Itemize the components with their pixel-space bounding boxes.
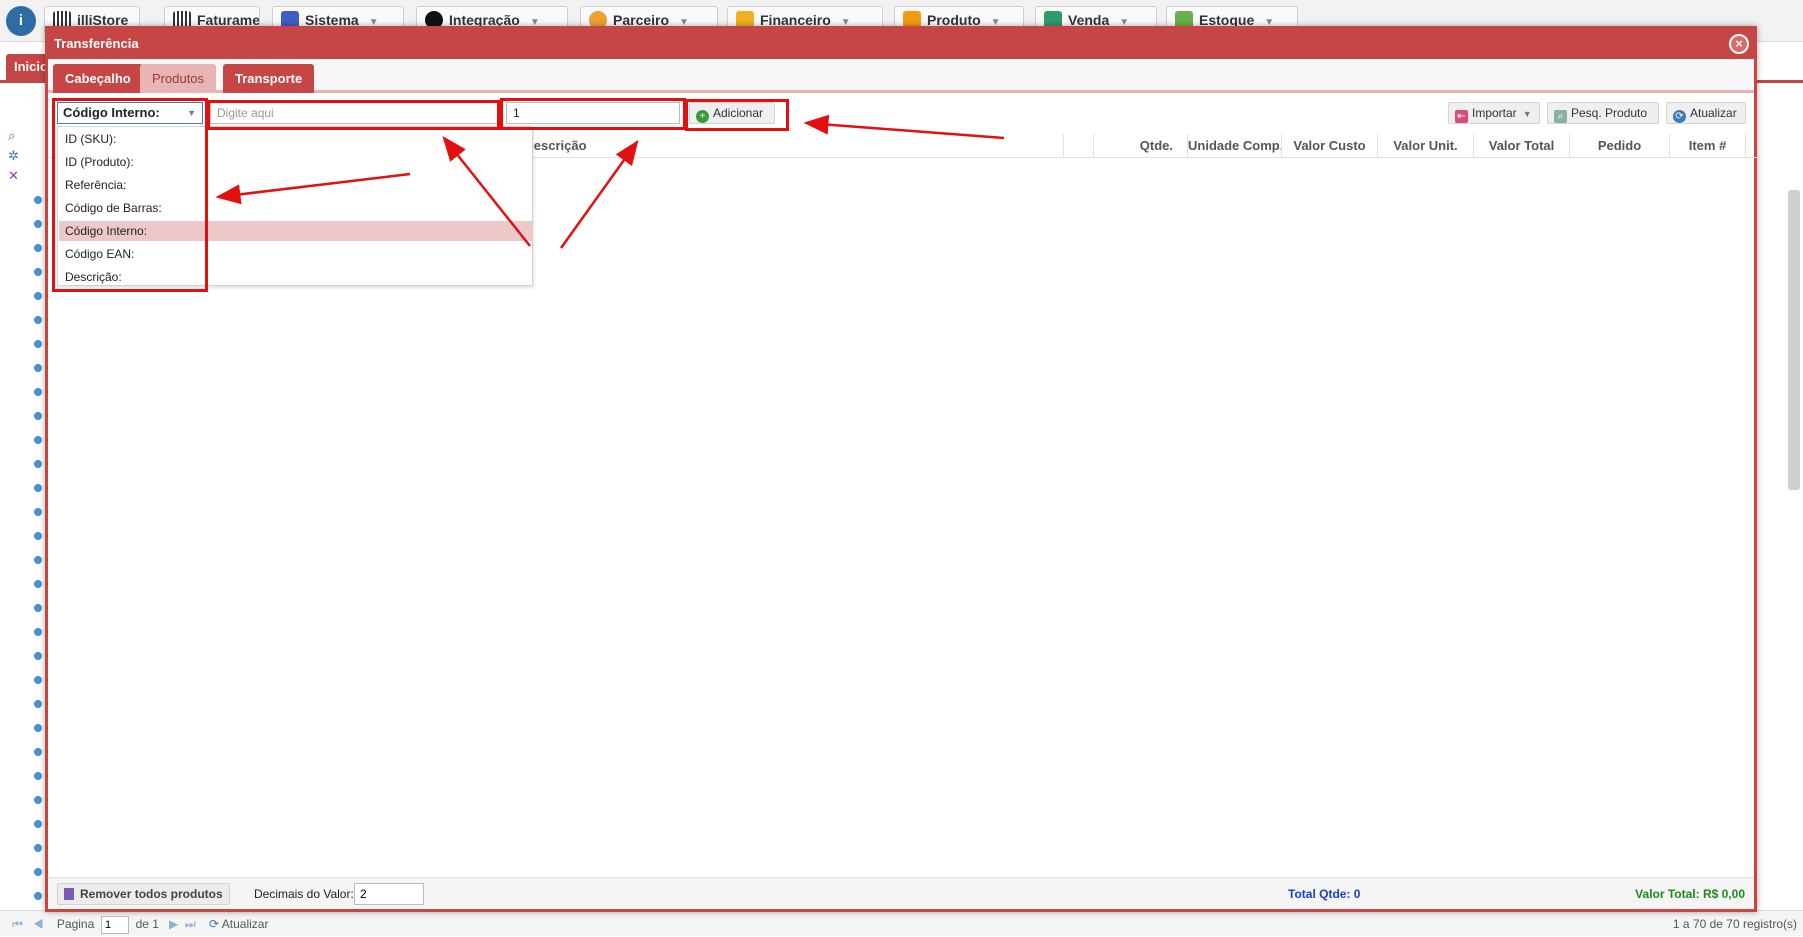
row-marker xyxy=(34,796,42,804)
column-valor-unit[interactable]: Valor Unit. xyxy=(1378,134,1474,158)
option-descricao[interactable]: Descrição: xyxy=(59,267,533,287)
close-icon[interactable]: × xyxy=(1729,34,1749,54)
modal-header: Transferência × xyxy=(48,29,1754,59)
decimals-input[interactable] xyxy=(354,883,424,905)
row-marker xyxy=(34,868,42,876)
column-pedido[interactable]: Pedido xyxy=(1570,134,1670,158)
column-spacer xyxy=(1064,134,1094,158)
option-codigo-ean[interactable]: Código EAN: xyxy=(59,244,533,264)
row-marker xyxy=(34,412,42,420)
row-marker xyxy=(34,772,42,780)
row-marker xyxy=(34,556,42,564)
records-count: 1 a 70 de 70 registro(s) xyxy=(1672,917,1797,931)
option-referencia[interactable]: Referência: xyxy=(59,175,533,195)
column-item[interactable]: Item # xyxy=(1670,134,1746,158)
search-icon[interactable]: ⌕ xyxy=(8,128,24,148)
row-marker xyxy=(34,460,42,468)
row-marker xyxy=(34,580,42,588)
refresh-icon: ⟳ xyxy=(1673,110,1686,123)
tab-cabecalho[interactable]: Cabeçalho xyxy=(53,64,143,93)
search-type-select[interactable]: Código Interno: ▼ xyxy=(57,102,203,124)
tab-transporte[interactable]: Transporte xyxy=(223,64,315,93)
last-page-icon[interactable]: ⏭ xyxy=(185,917,196,931)
option-codigo-barras[interactable]: Código de Barras: xyxy=(59,198,533,218)
row-marker xyxy=(34,268,42,276)
trash-icon xyxy=(64,888,74,900)
tab-produtos[interactable]: Produtos xyxy=(140,64,217,93)
product-search-input[interactable] xyxy=(210,102,500,124)
row-marker xyxy=(34,820,42,828)
row-marker xyxy=(34,628,42,636)
app-logo: i xyxy=(6,6,36,36)
search-type-value: Código Interno: xyxy=(63,105,160,120)
row-marker xyxy=(34,700,42,708)
quantity-input[interactable] xyxy=(506,102,680,124)
add-button[interactable]: + Adicionar xyxy=(689,102,775,124)
page-count: de 1 xyxy=(135,917,159,931)
refresh-icon[interactable]: ⟳ xyxy=(209,917,219,931)
row-marker xyxy=(34,652,42,660)
background-pager: ⏮ ◀ Pagina de 1 ▶ ⏭ ⟳ Atualizar 1 a 70 d… xyxy=(0,910,1803,936)
chevron-down-icon: ▼ xyxy=(1522,109,1532,119)
side-tool-icons: ⌕ ✲ ✕ xyxy=(8,128,24,188)
row-marker xyxy=(34,292,42,300)
transfer-modal: Transferência × Cabeçalho Produtos Trans… xyxy=(45,26,1760,912)
column-qtde[interactable]: Qtde. xyxy=(1094,134,1188,158)
column-valor-total[interactable]: Valor Total xyxy=(1474,134,1570,158)
plus-circle-icon: + xyxy=(696,110,709,123)
chevron-down-icon: ▼ xyxy=(187,108,196,118)
row-marker xyxy=(34,532,42,540)
row-marker xyxy=(34,340,42,348)
prev-page-icon[interactable]: ◀ xyxy=(33,917,44,931)
page-label: Pagina xyxy=(56,917,95,931)
row-marker xyxy=(34,316,42,324)
row-marker xyxy=(34,508,42,516)
row-marker xyxy=(34,388,42,396)
search-type-dropdown: ID (SKU): ID (Produto): Referência: Códi… xyxy=(57,126,533,286)
option-id-produto[interactable]: ID (Produto): xyxy=(59,152,533,172)
row-marker xyxy=(34,724,42,732)
search-product-icon: ⌕ xyxy=(1554,110,1567,123)
row-marker xyxy=(34,844,42,852)
import-button[interactable]: ⇤ Importar ▼ xyxy=(1448,102,1540,124)
product-toolbar: Código Interno: ▼ +Adicionar ⇤Importar▼ … xyxy=(48,96,1754,130)
modal-footer: Remover todos produtos Decimais do Valor… xyxy=(48,877,1754,909)
search-product-button[interactable]: ⌕ Pesq. Produto xyxy=(1547,102,1659,124)
row-marker xyxy=(34,220,42,228)
gear-icon[interactable]: ✲ xyxy=(8,148,24,168)
row-marker xyxy=(34,244,42,252)
row-marker xyxy=(34,604,42,612)
background-scrollbar[interactable] xyxy=(1788,190,1800,490)
modal-tab-bar: Cabeçalho Produtos Transporte xyxy=(48,59,1754,93)
total-quantity: Total Qtde: 0 xyxy=(1288,887,1361,901)
option-id-sku[interactable]: ID (SKU): xyxy=(59,129,533,149)
row-marker xyxy=(34,748,42,756)
next-page-icon[interactable]: ▶ xyxy=(169,917,178,931)
import-icon: ⇤ xyxy=(1455,110,1468,123)
first-page-icon[interactable]: ⏮ xyxy=(12,917,23,931)
row-marker xyxy=(34,196,42,204)
row-marker xyxy=(34,364,42,372)
row-marker xyxy=(34,436,42,444)
row-marker xyxy=(34,892,42,900)
page-input[interactable] xyxy=(100,916,129,934)
column-unidade-comp[interactable]: Unidade Comp. xyxy=(1188,134,1282,158)
column-valor-custo[interactable]: Valor Custo xyxy=(1282,134,1378,158)
pager-refresh-label[interactable]: Atualizar xyxy=(222,917,269,931)
modal-title: Transferência xyxy=(54,36,139,51)
refresh-button[interactable]: ⟳ Atualizar xyxy=(1666,102,1746,124)
row-marker xyxy=(34,484,42,492)
clear-icon[interactable]: ✕ xyxy=(8,168,24,188)
decimals-label: Decimais do Valor: xyxy=(254,887,354,901)
row-marker xyxy=(34,676,42,684)
total-value: Valor Total: R$ 0,00 xyxy=(1635,887,1745,901)
remove-all-products-button[interactable]: Remover todos produtos xyxy=(57,883,230,905)
option-codigo-interno[interactable]: Código Interno: xyxy=(59,221,533,241)
